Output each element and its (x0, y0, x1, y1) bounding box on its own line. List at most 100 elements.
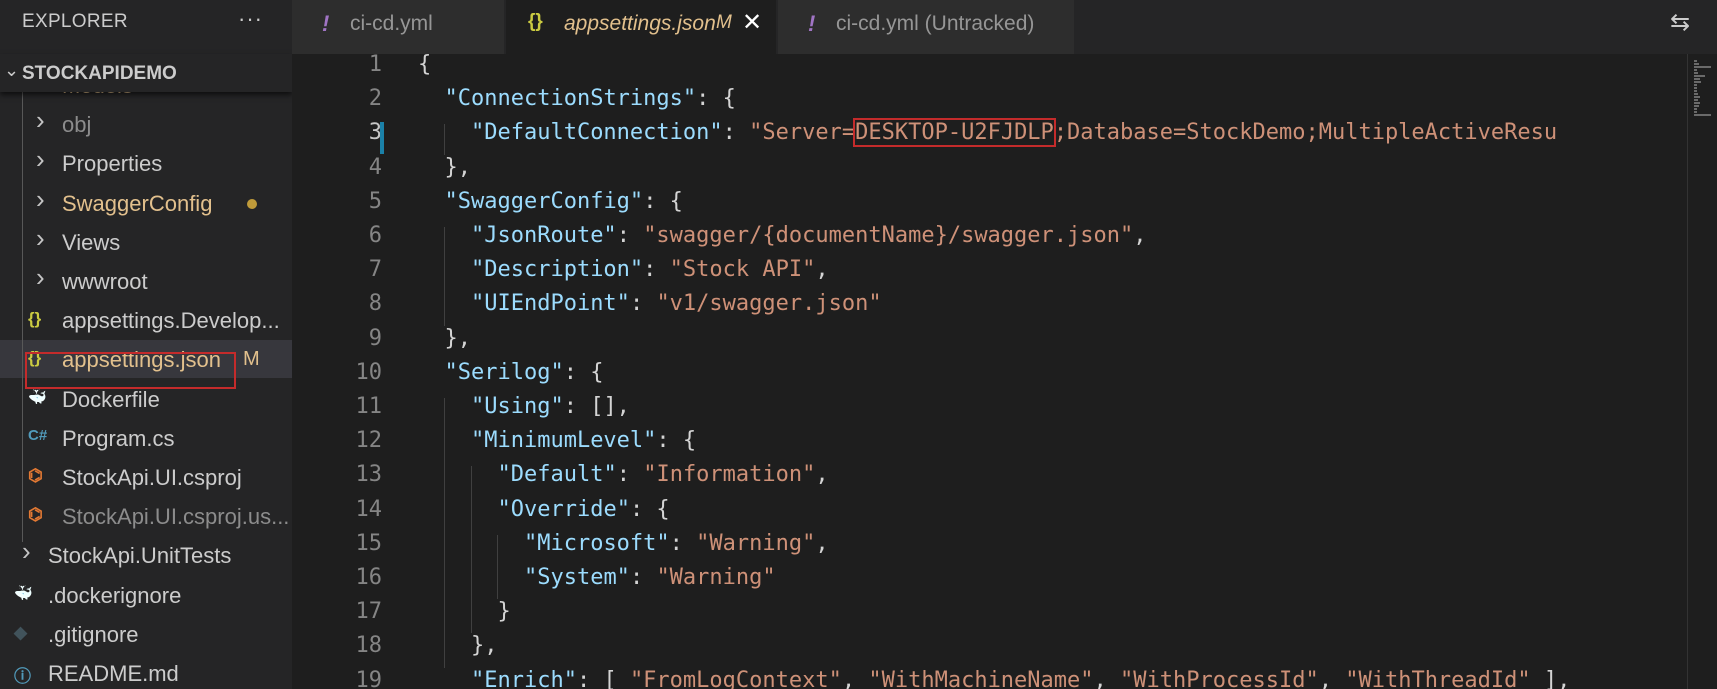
json-key: "MinimumLevel" (470, 428, 657, 454)
tab-title: ci-cd.yml (Untracked) (836, 12, 1035, 35)
json-punctuation: , (1133, 223, 1147, 248)
modified-dot-icon (247, 198, 257, 209)
info-icon: ⓘ (14, 667, 31, 686)
json-key: "Enrich" (470, 667, 577, 689)
tree-item-readme-md[interactable]: ⓘ README.md (0, 654, 292, 689)
close-icon[interactable]: ✕ (742, 8, 762, 37)
git-icon: ◆ (14, 622, 28, 642)
minimap-line (1694, 99, 1698, 101)
json-punctuation: : { (696, 86, 736, 112)
json-key: "Default" (497, 462, 617, 488)
json-key: "Microsoft" (523, 530, 670, 556)
json-key: "Using" (470, 394, 564, 419)
modified-indicator: M (716, 12, 732, 33)
json-string: "FromLogContext" (629, 667, 842, 689)
minimap-line (1694, 90, 1698, 92)
line-number: 15 (355, 530, 383, 556)
json-punctuation: ], (1530, 667, 1571, 689)
highlighted-server-name: DESKTOP-U2FJDLP (853, 118, 1056, 148)
minimap-line (1694, 105, 1700, 107)
minimap-line (1694, 114, 1712, 116)
tree-item-stockapi-ui-csproj-us[interactable]: ⌬ StockApi.UI.csproj.us... (0, 497, 292, 535)
chevron-down-icon: ⌄ (4, 60, 20, 80)
json-punctuation: , (815, 530, 829, 556)
minimap-line (1694, 69, 1697, 71)
json-punctuation (418, 668, 471, 689)
line-number: 14 (355, 496, 383, 522)
json-key: "ConnectionStrings" (444, 86, 697, 112)
json-punctuation: : (722, 120, 750, 146)
line-number: 9 (368, 325, 382, 351)
tree-item-obj[interactable]: › obj (0, 105, 292, 143)
tree-item-program-cs[interactable]: C# Program.cs (0, 419, 292, 457)
code-line: "Override": { (418, 497, 669, 522)
json-punctuation: : { (563, 359, 604, 385)
json-string: "Warning" (696, 530, 816, 556)
code-line: "Microsoft": "Warning", (418, 531, 829, 556)
tree-item-label: StockApi.UI.csproj (62, 465, 242, 490)
tab-appsettings-json[interactable]: {} appsettings.json M ✕ (506, 0, 776, 54)
docker-icon: 🐳 (28, 388, 47, 406)
workspace-section-header[interactable]: ⌄ STOCKAPIDEMO (0, 54, 292, 92)
tab-ci-cd-yml[interactable]: ! ci-cd.yml (292, 0, 504, 54)
tab-ci-cd-yml-untracked[interactable]: ! ci-cd.yml (Untracked) (778, 0, 1074, 54)
tree-item-stockapi-unittests[interactable]: › StockApi.UnitTests (0, 536, 292, 574)
tree-item-stockapi-ui-csproj[interactable]: ⌬ StockApi.UI.csproj (0, 458, 292, 496)
tree-item-label: .dockerignore (48, 582, 182, 608)
explorer-title: EXPLORER (22, 11, 128, 32)
tree-item-label: Program.cs (62, 425, 175, 451)
tree-item-appsettings-develop[interactable]: {} appsettings.Develop... (0, 301, 292, 339)
json-punctuation: : [], (563, 394, 630, 419)
minimap-line (1694, 75, 1705, 77)
json-key: "Description" (470, 257, 644, 283)
indent-guide (444, 227, 446, 326)
json-punctuation: }, (418, 154, 471, 180)
minimap-line (1694, 63, 1699, 65)
rss-file-icon: ⌬ (28, 505, 43, 525)
selection-highlight-box (25, 352, 236, 389)
tree-item-views[interactable]: › Views (0, 223, 292, 261)
tree-item-label: README.md (48, 661, 179, 686)
chevron-right-icon: › (36, 144, 45, 175)
json-key: "SwaggerConfig" (444, 188, 644, 214)
explorer-sidebar: EXPLORER ··· ›Models›obj›Properties›Swag… (0, 0, 292, 689)
json-string: "Stock API" (669, 257, 816, 283)
code-line: "JsonRoute": "swagger/{documentName}/swa… (418, 223, 1147, 248)
editor-tab-bar: ! ci-cd.yml {} appsettings.json M ✕ ! ci… (292, 0, 1717, 54)
minimap-line (1694, 72, 1698, 74)
line-number: 4 (368, 154, 382, 180)
minimap[interactable] (1687, 54, 1717, 689)
yaml-file-icon: ! (322, 11, 330, 36)
json-file-icon: {} (528, 11, 543, 32)
tree-item-wwwroot[interactable]: › wwwroot (0, 262, 292, 300)
tree-item-gitignore[interactable]: ◆ .gitignore (0, 615, 292, 653)
json-punctuation: : (616, 462, 644, 488)
json-punctuation: : (629, 291, 657, 317)
minimap-line (1694, 60, 1697, 62)
minimap-line (1694, 84, 1697, 86)
rss-file-icon: ⌬ (28, 466, 43, 485)
tab-title: ci-cd.yml (350, 12, 433, 35)
minimap-line (1694, 78, 1701, 80)
minimap-line (1694, 111, 1697, 113)
code-editor[interactable]: 1 2 3 4 5 6 7 8 9 10 11 12 13 14 15 16 17 18 19 { "Connect… (292, 54, 1717, 689)
json-punctuation: } (418, 599, 511, 625)
tree-item-dockerignore[interactable]: 🐳 .dockerignore (0, 576, 292, 614)
tree-item-properties[interactable]: › Properties (0, 144, 292, 182)
tree-item-swaggerconfig[interactable]: › SwaggerConfig (0, 184, 292, 222)
chevron-right-icon: › (36, 183, 45, 214)
line-number: 19 (355, 667, 383, 689)
json-string: "v1/swagger.json" (656, 291, 882, 317)
code-line: } (418, 599, 511, 625)
more-actions-icon[interactable]: ··· (238, 6, 263, 32)
json-punctuation: }, (418, 633, 498, 659)
tree-item-label: obj (62, 112, 92, 138)
indent-guide (22, 84, 23, 542)
source-control-compare-icon[interactable]: ⇆ (1670, 8, 1690, 37)
csharp-file-icon: C# (28, 426, 48, 444)
tree-item-label: wwwroot (62, 269, 148, 294)
json-punctuation (418, 462, 497, 487)
line-number: 2 (368, 86, 382, 112)
line-number: 17 (355, 599, 383, 625)
json-string: "swagger/{documentName}/swagger.json" (643, 223, 1134, 248)
